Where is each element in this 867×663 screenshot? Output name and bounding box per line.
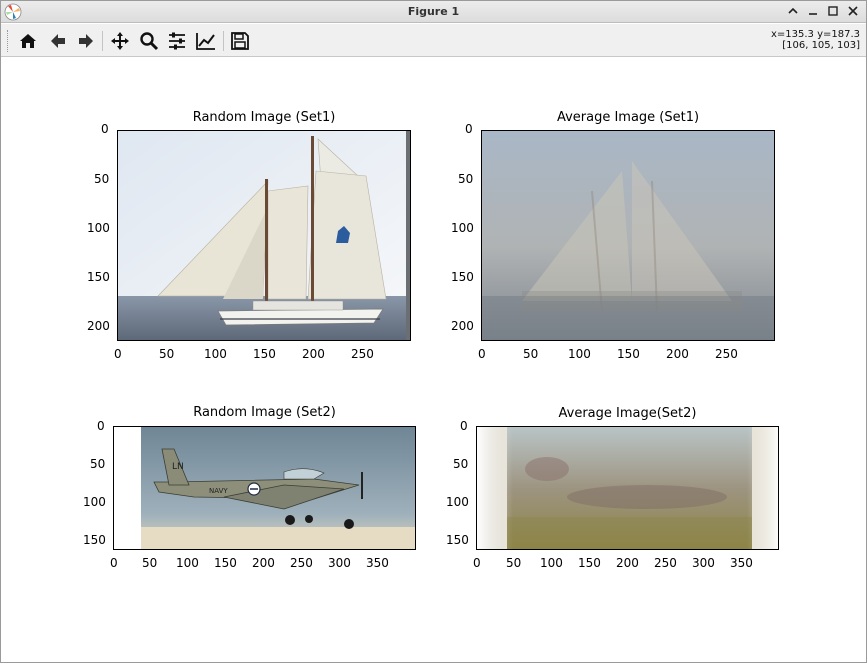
airplane-image: LN NAVY bbox=[114, 427, 415, 549]
y-tick-label: 50 bbox=[94, 172, 110, 186]
x-tick-label: 250 bbox=[715, 347, 738, 361]
minimize-button[interactable] bbox=[806, 4, 820, 18]
collapse-button[interactable] bbox=[786, 4, 800, 18]
x-tick-label: 100 bbox=[204, 347, 227, 361]
x-tick-label: 50 bbox=[506, 556, 522, 570]
coords-pixel-value: [106, 105, 103] bbox=[782, 40, 860, 51]
y-tick-label: 50 bbox=[90, 457, 106, 471]
close-icon bbox=[848, 6, 858, 16]
back-button[interactable] bbox=[46, 29, 70, 53]
x-tick-label: 0 bbox=[473, 556, 481, 570]
x-tick-label: 0 bbox=[114, 347, 122, 361]
y-tick-label: 50 bbox=[458, 172, 474, 186]
save-icon bbox=[231, 32, 249, 50]
y-tick-label: 0 bbox=[101, 122, 109, 136]
sailboat-image bbox=[118, 131, 410, 340]
average-image-set2 bbox=[477, 427, 778, 549]
x-tick-label: 200 bbox=[252, 556, 275, 570]
forward-button[interactable] bbox=[74, 29, 98, 53]
back-icon bbox=[51, 34, 65, 48]
configure-subplots-icon bbox=[169, 32, 185, 50]
maximize-button[interactable] bbox=[826, 4, 840, 18]
x-tick-label: 350 bbox=[730, 556, 753, 570]
y-tick-label: 0 bbox=[465, 122, 473, 136]
edit-axis-icon bbox=[196, 33, 215, 50]
toolbar-grip bbox=[7, 30, 10, 52]
x-tick-label: 100 bbox=[568, 347, 591, 361]
x-tick-label: 150 bbox=[617, 347, 640, 361]
average-image-set1 bbox=[482, 131, 774, 340]
subplot-image-airplane[interactable]: LN NAVY bbox=[113, 426, 416, 550]
maximize-icon bbox=[828, 6, 838, 16]
x-tick-label: 0 bbox=[110, 556, 118, 570]
x-tick-label: 300 bbox=[328, 556, 351, 570]
subplot-title: Random Image (Set2) bbox=[193, 405, 336, 420]
y-tick-label: 200 bbox=[87, 319, 110, 333]
y-tick-label: 150 bbox=[446, 533, 469, 547]
y-tick-label: 50 bbox=[453, 457, 469, 471]
x-tick-label: 150 bbox=[578, 556, 601, 570]
y-tick-label: 150 bbox=[83, 533, 106, 547]
configure-subplots-button[interactable] bbox=[165, 29, 189, 53]
subplot-title: Random Image (Set1) bbox=[192, 110, 336, 125]
close-button[interactable] bbox=[846, 4, 860, 18]
figure-window: Figure 1 x=135.3 y=187.3 [106, 105, 103]… bbox=[0, 0, 867, 663]
x-tick-label: 250 bbox=[351, 347, 374, 361]
subplot-title: Average Image (Set1) bbox=[556, 110, 700, 125]
y-tick-label: 100 bbox=[87, 221, 110, 235]
y-tick-label: 200 bbox=[451, 319, 474, 333]
y-tick-label: 150 bbox=[87, 270, 110, 284]
save-button[interactable] bbox=[228, 29, 252, 53]
x-tick-label: 50 bbox=[142, 556, 158, 570]
y-tick-label: 0 bbox=[97, 419, 105, 433]
x-tick-label: 150 bbox=[214, 556, 237, 570]
home-icon bbox=[20, 34, 36, 48]
home-button[interactable] bbox=[16, 29, 40, 53]
coords-xy: x=135.3 y=187.3 bbox=[770, 29, 860, 40]
x-tick-label: 0 bbox=[478, 347, 486, 361]
x-tick-label: 350 bbox=[366, 556, 389, 570]
minimize-icon bbox=[809, 13, 817, 15]
y-tick-label: 150 bbox=[451, 270, 474, 284]
forward-icon bbox=[79, 34, 93, 48]
figure-canvas[interactable]: Random Image (Set1) 0 50 100 150 200 0 5… bbox=[1, 58, 866, 662]
x-tick-label: 300 bbox=[692, 556, 715, 570]
x-tick-label: 100 bbox=[176, 556, 199, 570]
x-tick-label: 100 bbox=[540, 556, 563, 570]
y-tick-label: 100 bbox=[446, 495, 469, 509]
window-title: Figure 1 bbox=[407, 5, 460, 18]
edit-axis-button[interactable] bbox=[194, 29, 218, 53]
plane-tail-text: LN bbox=[172, 462, 184, 472]
y-tick-label: 100 bbox=[83, 495, 106, 509]
x-tick-label: 250 bbox=[290, 556, 313, 570]
x-tick-label: 200 bbox=[302, 347, 325, 361]
x-tick-label: 50 bbox=[523, 347, 539, 361]
cursor-coordinates: x=135.3 y=187.3 [106, 105, 103] bbox=[771, 29, 860, 51]
plane-fuselage-text: NAVY bbox=[209, 487, 228, 495]
zoom-button[interactable] bbox=[137, 29, 161, 53]
chevron-up-icon bbox=[788, 7, 798, 14]
x-tick-label: 150 bbox=[253, 347, 276, 361]
x-tick-label: 200 bbox=[666, 347, 689, 361]
subplot-title: Average Image(Set2) bbox=[558, 406, 697, 421]
y-tick-label: 0 bbox=[460, 419, 468, 433]
pan-button[interactable] bbox=[108, 29, 132, 53]
y-tick-label: 100 bbox=[451, 221, 474, 235]
title-bar: Figure 1 bbox=[1, 1, 866, 23]
x-tick-label: 200 bbox=[616, 556, 639, 570]
x-tick-label: 250 bbox=[654, 556, 677, 570]
subplot-image-sailboat[interactable] bbox=[117, 130, 411, 341]
subplot-image-average-set1[interactable] bbox=[481, 130, 775, 341]
zoom-icon bbox=[140, 32, 159, 51]
pan-icon bbox=[111, 32, 129, 50]
subplot-image-average-set2[interactable] bbox=[476, 426, 779, 550]
toolbar-separator bbox=[223, 31, 224, 51]
x-tick-label: 50 bbox=[159, 347, 175, 361]
toolbar-separator bbox=[102, 31, 103, 51]
navigation-toolbar: x=135.3 y=187.3 [106, 105, 103] bbox=[1, 24, 866, 57]
